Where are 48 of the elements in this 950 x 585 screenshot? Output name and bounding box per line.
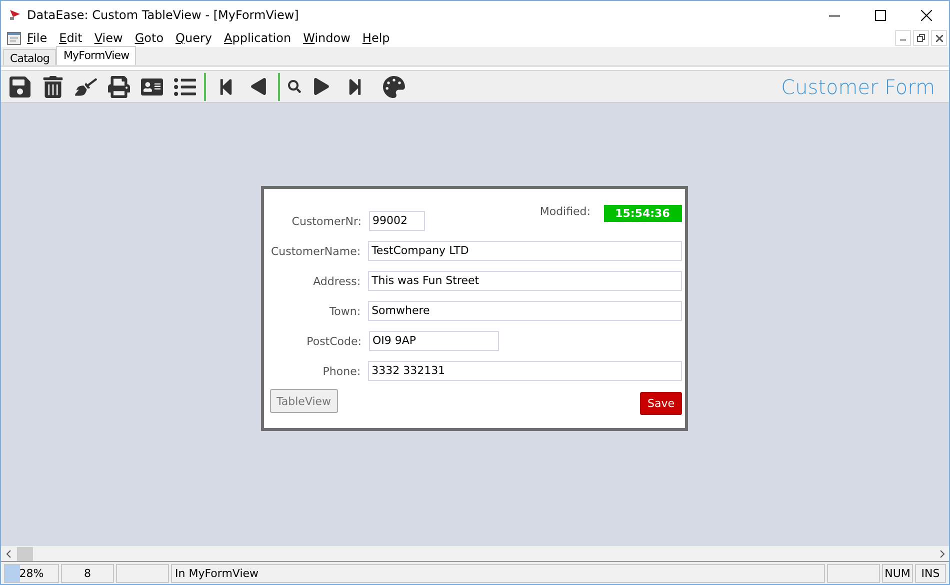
maximize-icon bbox=[874, 10, 886, 20]
status-cell: 8 bbox=[61, 564, 114, 582]
scroll-right-icon[interactable] bbox=[940, 550, 944, 558]
window-title: DataEase: Custom TableView - [MyFormView] bbox=[27, 8, 300, 22]
menu-item[interactable]: Query bbox=[176, 31, 212, 45]
scroll-left-icon[interactable] bbox=[6, 550, 10, 558]
field-label: CustomerNr: bbox=[290, 214, 362, 228]
restore-button[interactable] bbox=[913, 30, 929, 46]
tab[interactable]: Catalog bbox=[3, 49, 56, 65]
menu-item[interactable]: Help bbox=[362, 31, 390, 45]
status-cell: INS bbox=[915, 564, 946, 582]
field-label: Town: bbox=[328, 304, 361, 318]
close-icon bbox=[936, 34, 942, 42]
field-label: Phone: bbox=[322, 364, 361, 378]
scrollbar-thumb[interactable] bbox=[17, 546, 33, 560]
menu-item[interactable]: Application bbox=[224, 31, 292, 45]
menu-item[interactable]: File bbox=[27, 31, 48, 45]
menu-item[interactable]: Window bbox=[303, 31, 350, 45]
modified-time: 15:54:36 bbox=[604, 205, 682, 222]
menu-item[interactable]: View bbox=[94, 31, 123, 45]
input-field[interactable]: 99002 bbox=[368, 211, 424, 231]
document-icon[interactable] bbox=[7, 32, 21, 44]
field-label: Address: bbox=[312, 274, 361, 288]
status-cell: In MyFormView bbox=[171, 564, 825, 582]
input-field[interactable]: Somwhere bbox=[368, 301, 682, 321]
close-icon bbox=[920, 10, 932, 20]
menu-item[interactable]: Edit bbox=[59, 31, 82, 45]
input-field[interactable]: OI9 9AP bbox=[368, 331, 498, 351]
field-label: CustomerName: bbox=[270, 244, 361, 258]
tab[interactable]: MyFormView bbox=[56, 46, 136, 65]
input-field[interactable]: 3332 332131 bbox=[368, 361, 682, 381]
status-cell bbox=[827, 564, 880, 582]
field-label: PostCode: bbox=[306, 334, 362, 348]
tableview-button[interactable]: TableView bbox=[270, 389, 338, 413]
minimize-button[interactable] bbox=[895, 30, 911, 46]
horizontal-scrollbar[interactable] bbox=[1, 546, 949, 562]
menu-item[interactable]: Goto bbox=[134, 31, 164, 45]
save-button[interactable]: Save bbox=[640, 392, 682, 415]
input-field[interactable]: This was Fun Street bbox=[368, 271, 682, 291]
form-title: Customer Form bbox=[781, 74, 935, 98]
status-cell bbox=[116, 564, 169, 582]
progress-reading: 28% bbox=[19, 566, 44, 580]
input-field[interactable]: TestCompany LTD bbox=[368, 241, 682, 261]
status-cell: NUM bbox=[882, 564, 913, 582]
app-logo-icon bbox=[9, 9, 21, 21]
close-button[interactable] bbox=[931, 30, 947, 46]
restore-icon bbox=[917, 34, 925, 42]
modified-label: Modified: bbox=[540, 205, 590, 218]
